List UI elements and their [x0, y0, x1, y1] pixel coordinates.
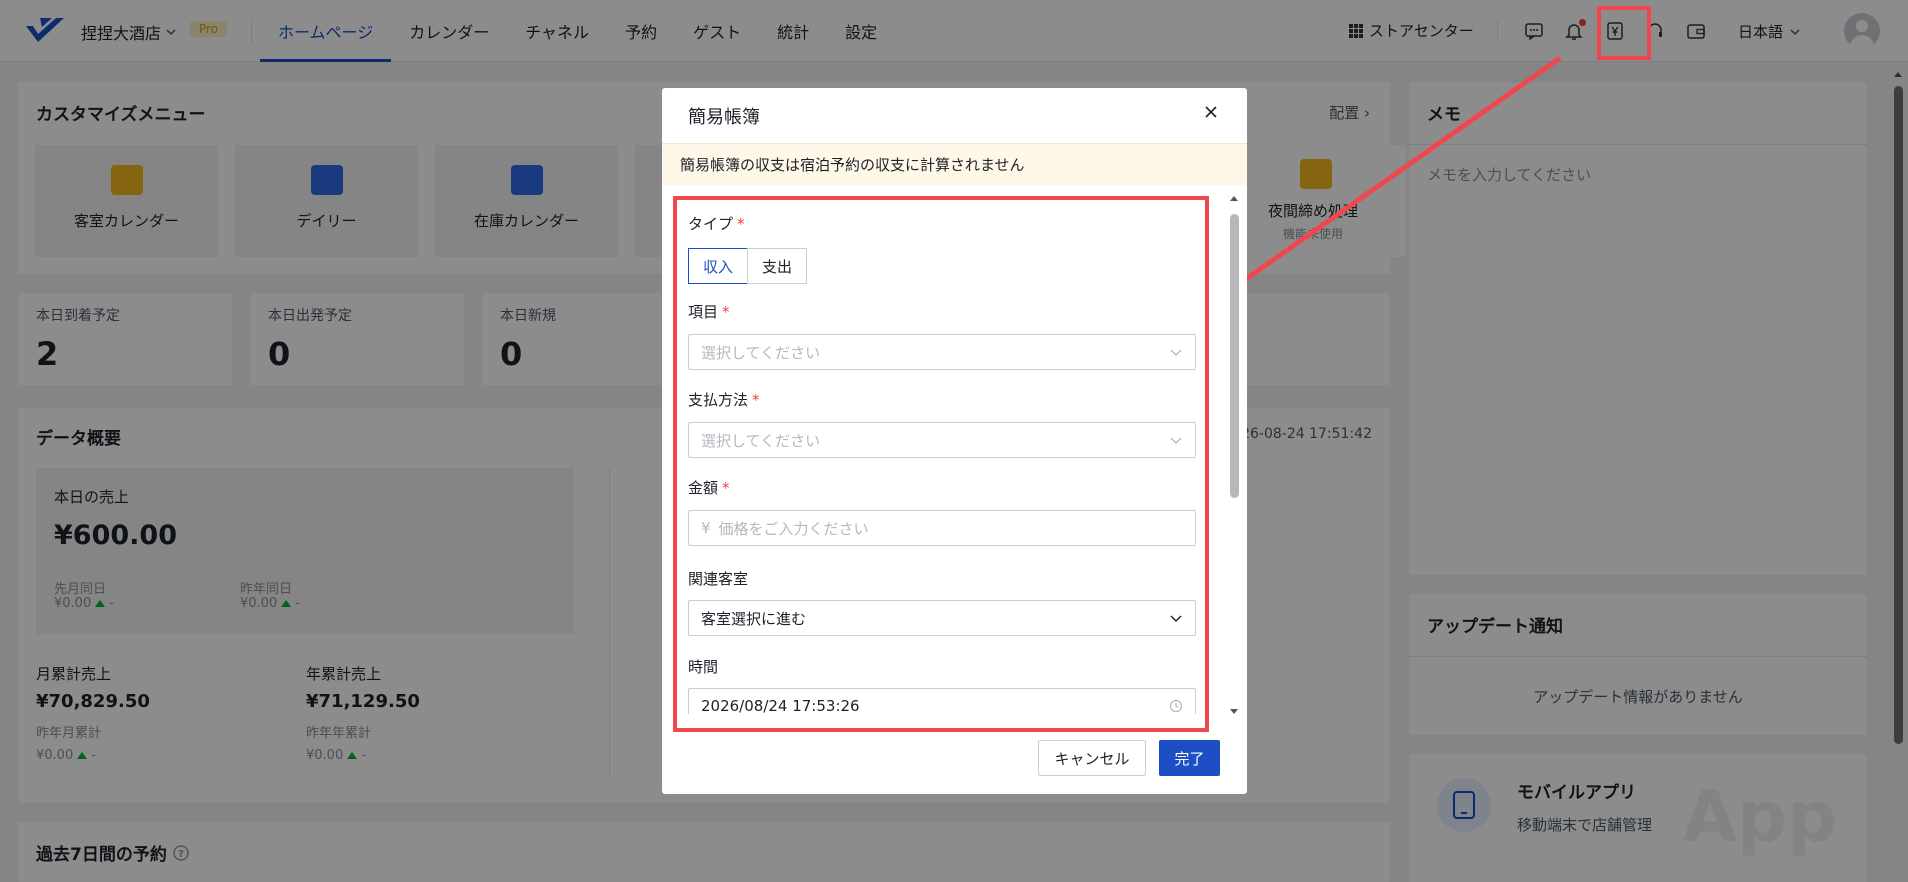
scroll-down-icon[interactable]: [1227, 704, 1241, 718]
cancel-button[interactable]: キャンセル: [1038, 740, 1146, 776]
dialog-notice: 簡易帳簿の収支は宿泊予約の収支に計算されません: [662, 143, 1247, 185]
highlight-form-area: [673, 196, 1209, 732]
scroll-up-icon[interactable]: [1227, 192, 1241, 206]
close-icon[interactable]: [1201, 102, 1221, 122]
dialog-scroll-thumb[interactable]: [1230, 214, 1239, 498]
dialog-title: 簡易帳簿: [688, 107, 760, 128]
confirm-button[interactable]: 完了: [1159, 740, 1220, 776]
dialog-scrollbar[interactable]: [1227, 192, 1241, 718]
